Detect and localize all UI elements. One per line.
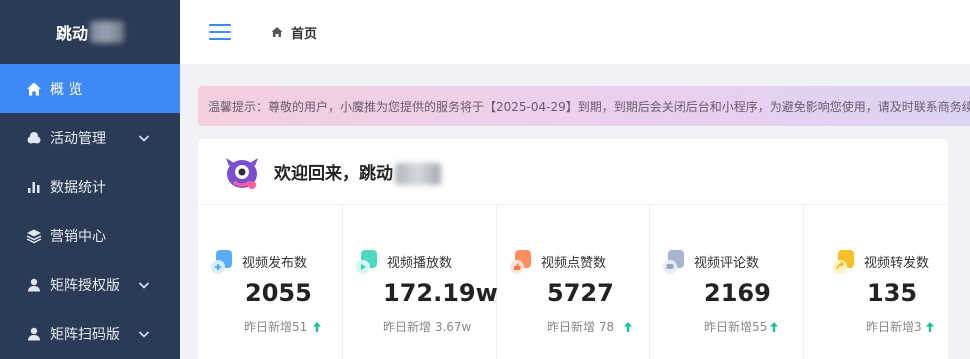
stat-value: 5727 — [547, 279, 614, 307]
stat-label: 视频播放数 — [387, 255, 453, 271]
user-icon — [26, 326, 42, 342]
stats-row: 视频发布数 2055 昨日新增51 视频播放数 172.19w 昨日新增 3.6… — [198, 205, 948, 359]
stat-label: 视频发布数 — [242, 255, 308, 271]
stat-video-comments: 视频评论数 2169 昨日新增55 — [650, 205, 804, 359]
stat-label: 视频评论数 — [694, 255, 760, 271]
stat-sub: 昨日新增3 — [866, 318, 935, 335]
video-upload-icon — [208, 247, 236, 275]
sidebar-item-label: 矩阵授权版 — [50, 277, 120, 294]
blurred-brand-suffix — [90, 21, 124, 43]
layers-icon — [26, 228, 42, 244]
expiry-notice: 温馨提示：尊敬的用户，小魔推为您提供的服务将于【2025-04-29】到期，到期… — [198, 86, 970, 126]
stat-sub: 昨日新增 78 — [547, 318, 633, 335]
arrow-up-icon — [313, 321, 322, 332]
brand-logo[interactable]: 跳动 — [0, 0, 180, 64]
arrow-up-icon — [925, 321, 934, 332]
sidebar-item-label: 概 览 — [50, 81, 83, 98]
sidebar-item-activity-management[interactable]: 活动管理 — [0, 113, 180, 162]
sidebar-item-label: 矩阵扫码版 — [50, 326, 120, 343]
cloud-icon — [26, 130, 42, 146]
overview-card: 欢迎回来，跳动 视频发布数 2055 昨日新增51 视频播放数 172.19w … — [198, 139, 948, 359]
arrow-up-icon — [770, 321, 779, 332]
sidebar-item-label: 活动管理 — [50, 130, 106, 147]
notice-text: 温馨提示：尊敬的用户，小魔推为您提供的服务将于【2025-04-29】到期，到期… — [208, 99, 970, 114]
brand-name: 跳动 — [55, 24, 88, 43]
sidebar-item-matrix-scan[interactable]: 矩阵扫码版 — [0, 309, 180, 358]
stat-label: 视频转发数 — [864, 255, 930, 271]
like-icon — [507, 247, 535, 275]
chevron-down-icon[interactable] — [138, 328, 150, 340]
sidebar-item-overview[interactable]: 概 览 — [0, 64, 180, 113]
top-header: 首页 — [180, 0, 970, 64]
sidebar: 跳动 概 览 活动管理 数据统计 营销中心 矩阵授权版 矩阵扫码版 — [0, 0, 180, 359]
hamburger-icon[interactable] — [209, 24, 231, 40]
stat-sub: 昨日新增 3.67w — [383, 320, 472, 334]
stat-value: 2169 — [704, 279, 771, 307]
stat-video-plays: 视频播放数 172.19w 昨日新增 3.67w — [343, 205, 498, 359]
chevron-down-icon[interactable] — [138, 279, 150, 291]
stat-video-shares: 视频转发数 135 昨日新增3 — [804, 205, 948, 359]
stat-value: 135 — [867, 279, 918, 307]
breadcrumb[interactable]: 首页 — [291, 23, 317, 42]
stat-video-likes: 视频点赞数 5727 昨日新增 78 — [497, 205, 650, 359]
sidebar-item-label: 营销中心 — [50, 228, 106, 245]
stat-sub: 昨日新增55 — [704, 318, 779, 335]
chevron-down-icon[interactable] — [138, 132, 150, 144]
comment-icon — [660, 247, 688, 275]
sidebar-item-label: 数据统计 — [50, 179, 106, 196]
stat-sub: 昨日新增51 — [244, 318, 322, 335]
sidebar-item-marketing-center[interactable]: 营销中心 — [0, 211, 180, 260]
bar-chart-icon — [26, 179, 42, 195]
sidebar-item-data-statistics[interactable]: 数据统计 — [0, 162, 180, 211]
home-icon — [26, 81, 42, 97]
share-icon — [830, 247, 858, 275]
user-icon — [26, 277, 42, 293]
arrow-up-icon — [624, 321, 633, 332]
breadcrumb-home-icon — [271, 27, 283, 37]
stat-label: 视频点赞数 — [541, 255, 607, 271]
stat-value: 2055 — [245, 279, 312, 307]
sidebar-item-matrix-authorization[interactable]: 矩阵授权版 — [0, 260, 180, 309]
welcome-bar: 欢迎回来，跳动 — [198, 139, 948, 205]
mascot-avatar — [226, 157, 258, 189]
video-play-icon — [353, 247, 381, 275]
blurred-username — [395, 162, 441, 185]
welcome-message: 欢迎回来，跳动 — [274, 159, 441, 185]
stat-video-posts: 视频发布数 2055 昨日新增51 — [198, 205, 343, 359]
stat-value: 172.19w — [383, 279, 498, 307]
